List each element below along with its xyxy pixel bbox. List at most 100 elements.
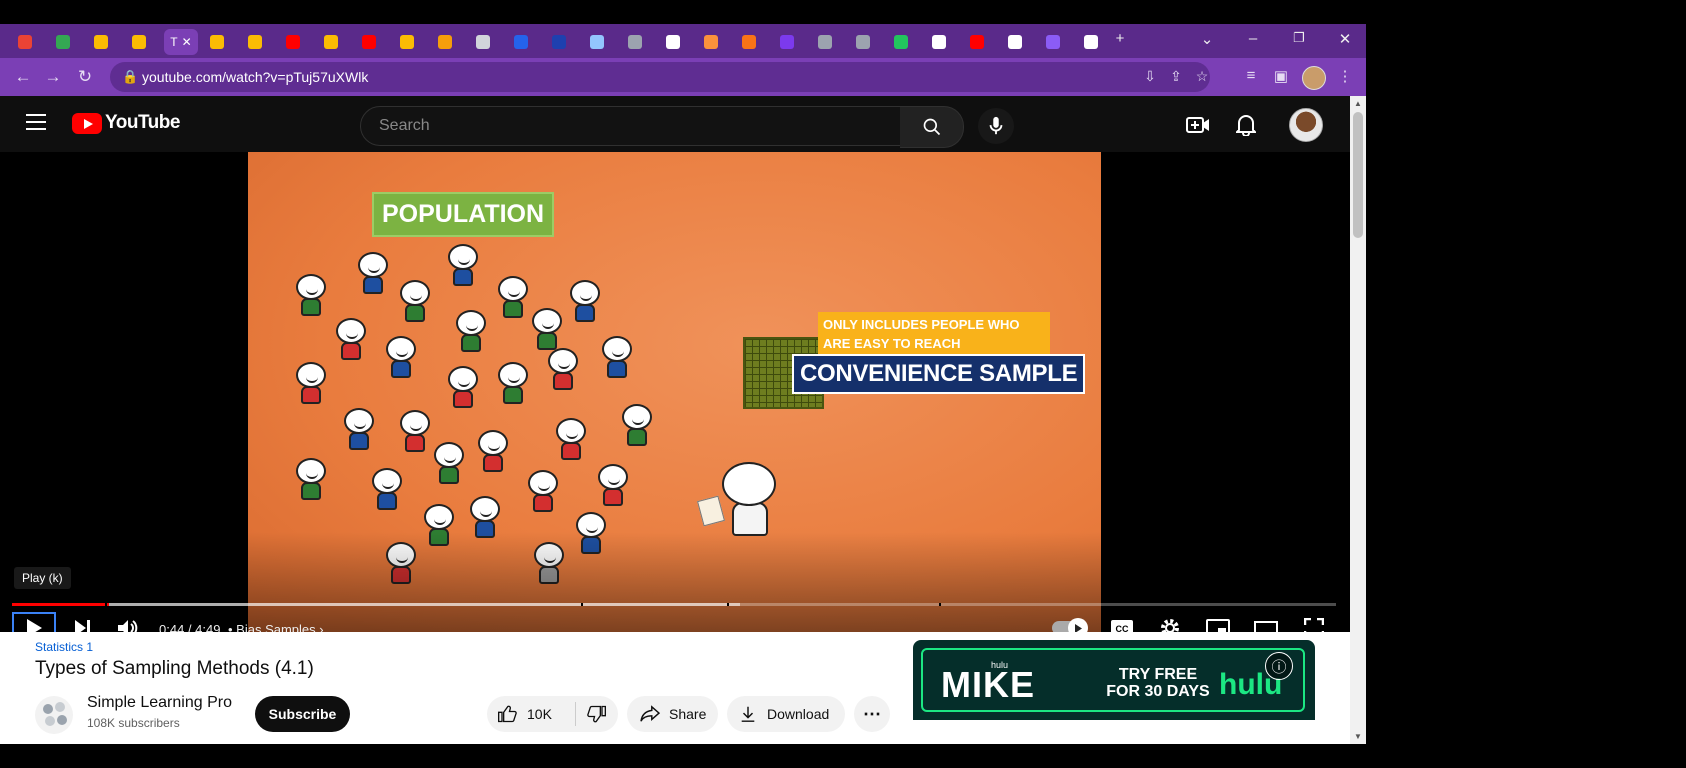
scrollbar-thumb[interactable] bbox=[1353, 112, 1363, 238]
tab-favicon-icon bbox=[210, 35, 224, 49]
tab-favicon-icon bbox=[286, 35, 300, 49]
browser-tab[interactable] bbox=[470, 29, 496, 55]
browser-tab[interactable] bbox=[204, 29, 230, 55]
tab-favicon-icon bbox=[704, 35, 718, 49]
subscribe-button[interactable]: Subscribe bbox=[255, 696, 350, 732]
channel-name[interactable]: Simple Learning Pro bbox=[87, 694, 232, 712]
browser-tab[interactable] bbox=[432, 29, 458, 55]
url-text: youtube.com/watch?v=pTuj57uXWlk bbox=[142, 69, 369, 85]
download-button[interactable]: Download bbox=[727, 696, 845, 732]
browser-tab[interactable] bbox=[356, 29, 382, 55]
browser-tab[interactable] bbox=[622, 29, 648, 55]
browser-tab[interactable] bbox=[888, 29, 914, 55]
media-controls-icon[interactable]: ≡ bbox=[1240, 67, 1262, 84]
search-button[interactable] bbox=[900, 106, 964, 148]
share-page-icon[interactable]: ⇪ bbox=[1167, 68, 1185, 85]
search-box bbox=[360, 106, 902, 146]
account-avatar[interactable] bbox=[1289, 108, 1323, 142]
crowd-person bbox=[386, 336, 416, 382]
browser-tab[interactable] bbox=[318, 29, 344, 55]
browser-tab[interactable] bbox=[1002, 29, 1028, 55]
tab-close-icon[interactable]: ✕ bbox=[182, 35, 192, 49]
back-button[interactable]: ← bbox=[12, 67, 34, 87]
browser-toolbar: ← → ↻ 🔒 youtube.com/watch?v=pTuj57uXWlk … bbox=[0, 58, 1366, 96]
share-button[interactable]: Share bbox=[627, 696, 718, 732]
browser-tab[interactable] bbox=[736, 29, 762, 55]
new-tab-button[interactable]: + bbox=[1109, 30, 1131, 47]
browser-tab[interactable] bbox=[926, 29, 952, 55]
bookmark-star-icon[interactable]: ☆ bbox=[1193, 68, 1211, 85]
clipboard-graphic bbox=[697, 495, 725, 527]
crowd-person bbox=[400, 280, 430, 326]
like-count: 10K bbox=[527, 706, 552, 722]
tab-search-button[interactable]: ⌄ bbox=[1196, 30, 1218, 48]
search-input[interactable] bbox=[377, 116, 861, 136]
address-bar[interactable]: 🔒 youtube.com/watch?v=pTuj57uXWlk ⇩ ⇪ ☆ bbox=[110, 62, 1210, 92]
crowd-person bbox=[296, 458, 326, 504]
page-scrollbar[interactable]: ▲ ▼ bbox=[1350, 96, 1366, 744]
youtube-logo[interactable]: YouTube bbox=[72, 112, 180, 134]
dislike-button[interactable] bbox=[576, 704, 618, 724]
bell-icon bbox=[1236, 115, 1256, 136]
crowd-person bbox=[448, 366, 478, 412]
browser-tab[interactable] bbox=[280, 29, 306, 55]
browser-tab[interactable] bbox=[242, 29, 268, 55]
browser-tab[interactable] bbox=[1040, 29, 1066, 55]
scroll-down-arrow[interactable]: ▼ bbox=[1354, 732, 1362, 741]
browser-tab[interactable] bbox=[850, 29, 876, 55]
progress-played bbox=[12, 603, 109, 606]
crowd-person bbox=[548, 348, 578, 394]
tab-favicon-icon bbox=[438, 35, 452, 49]
category-link[interactable]: Statistics 1 bbox=[35, 640, 93, 654]
close-window-button[interactable]: ✕ bbox=[1334, 30, 1356, 48]
minimize-button[interactable]: – bbox=[1242, 30, 1264, 47]
reload-button[interactable]: ↻ bbox=[74, 67, 96, 87]
chapter-marker bbox=[581, 603, 584, 606]
browser-tab[interactable] bbox=[660, 29, 686, 55]
info-icon: ⓘ bbox=[1271, 658, 1287, 676]
browser-tab[interactable] bbox=[774, 29, 800, 55]
progress-bar[interactable] bbox=[12, 603, 1336, 606]
ad-info-button[interactable]: ⓘ bbox=[1265, 652, 1293, 680]
browser-tab[interactable] bbox=[698, 29, 724, 55]
tab-active[interactable]: T ✕ bbox=[164, 29, 198, 55]
browser-tab[interactable] bbox=[394, 29, 420, 55]
scroll-up-arrow[interactable]: ▲ bbox=[1354, 99, 1362, 108]
youtube-logo-text: YouTube bbox=[105, 112, 180, 133]
tab-favicon-icon bbox=[932, 35, 946, 49]
browser-tab[interactable] bbox=[12, 29, 38, 55]
more-actions-button[interactable]: ⋯ bbox=[854, 696, 890, 732]
browser-tab[interactable] bbox=[1078, 29, 1104, 55]
video-player[interactable]: POPULATION ONLY INCLUDES PEOPLE WHO ARE … bbox=[0, 152, 1350, 644]
thumbs-down-icon bbox=[586, 705, 606, 723]
crowd-person bbox=[602, 336, 632, 382]
browser-tab[interactable] bbox=[508, 29, 534, 55]
forward-button[interactable]: → bbox=[42, 67, 64, 87]
notifications-button[interactable] bbox=[1233, 112, 1259, 138]
restore-button[interactable]: ❐ bbox=[1288, 30, 1310, 46]
browser-tab[interactable] bbox=[812, 29, 838, 55]
hulu-ad-banner[interactable]: hulu MIKE TRY FREE FOR 30 DAYS hulu ⓘ bbox=[913, 640, 1315, 720]
browser-tab[interactable] bbox=[88, 29, 114, 55]
lock-icon: 🔒 bbox=[122, 69, 139, 84]
chapter-marker bbox=[104, 603, 107, 606]
browser-tab[interactable] bbox=[126, 29, 152, 55]
install-icon[interactable]: ⇩ bbox=[1141, 68, 1159, 85]
like-button[interactable]: 10K bbox=[487, 702, 576, 726]
browser-profile-avatar[interactable] bbox=[1302, 66, 1326, 90]
side-panel-icon[interactable]: ▣ bbox=[1270, 67, 1292, 85]
download-label: Download bbox=[767, 706, 830, 722]
menu-icon[interactable] bbox=[26, 114, 46, 130]
tab-favicon-icon bbox=[628, 35, 642, 49]
browser-tab[interactable] bbox=[546, 29, 572, 55]
browser-menu-icon[interactable]: ⋮ bbox=[1334, 67, 1356, 85]
channel-avatar[interactable] bbox=[35, 696, 73, 734]
crowd-person bbox=[556, 418, 586, 464]
browser-tab[interactable] bbox=[50, 29, 76, 55]
browser-tab[interactable] bbox=[584, 29, 610, 55]
crowd-person bbox=[296, 362, 326, 408]
browser-tab[interactable] bbox=[964, 29, 990, 55]
crowd-person bbox=[296, 274, 326, 320]
create-video-button[interactable] bbox=[1185, 112, 1211, 138]
voice-search-button[interactable] bbox=[978, 108, 1014, 144]
